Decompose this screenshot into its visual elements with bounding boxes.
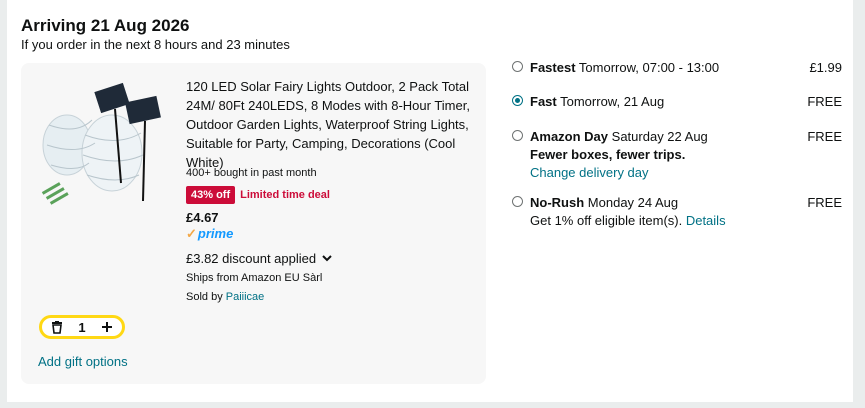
quantity-value: 1	[78, 319, 86, 335]
option-detail: Monday 24 Aug	[587, 195, 679, 210]
deal-badge: 43% off	[186, 186, 236, 204]
order-countdown: If you order in the next 8 hours and 23 …	[21, 37, 290, 52]
option-name: No-Rush	[530, 195, 585, 210]
plus-icon[interactable]	[101, 321, 113, 333]
prime-check-icon: ✓	[186, 226, 197, 241]
seller-link[interactable]: Paiiicae	[226, 291, 265, 303]
sold-by: Sold by Paiiicae	[186, 291, 264, 303]
chevron-down-icon	[322, 255, 332, 262]
prime-label: prime	[197, 226, 234, 241]
deal-row: 43% off Limited time deal	[186, 186, 330, 204]
sold-by-prefix: Sold by	[186, 291, 226, 303]
ships-from: Ships from Amazon EU Sàrl	[186, 272, 323, 284]
change-delivery-day-link[interactable]: Change delivery day	[530, 165, 649, 180]
option-name: Amazon Day	[530, 129, 609, 144]
option-price: FREE	[807, 94, 842, 109]
prime-badge: ✓prime	[186, 226, 233, 242]
option-name: Fastest	[530, 60, 576, 75]
option-price: FREE	[807, 195, 842, 210]
option-tagline: Fewer boxes, fewer trips.	[530, 147, 686, 162]
option-fastest-radio[interactable]	[512, 61, 523, 72]
quantity-stepper: 1	[39, 315, 125, 339]
item-price: £4.67	[186, 210, 219, 225]
option-no-rush-radio[interactable]	[512, 196, 523, 207]
option-detail: Tomorrow, 21 Aug	[560, 94, 665, 109]
item-box: 120 LED Solar Fairy Lights Outdoor, 2 Pa…	[21, 63, 486, 384]
option-amazon-day-radio[interactable]	[512, 130, 523, 141]
trash-icon[interactable]	[51, 320, 63, 334]
option-price: FREE	[807, 129, 842, 144]
bought-count: 400+ bought in past month	[186, 167, 317, 179]
option-note: Get 1% off eligible item(s).	[530, 213, 686, 228]
discount-label: £3.82 discount applied	[186, 251, 317, 266]
option-price: £1.99	[809, 60, 842, 75]
delivery-card: Arriving 21 Aug 2026 If you order in the…	[7, 0, 853, 402]
arrival-heading: Arriving 21 Aug 2026	[21, 16, 190, 35]
product-title[interactable]: 120 LED Solar Fairy Lights Outdoor, 2 Pa…	[186, 77, 476, 172]
discount-toggle[interactable]: £3.82 discount applied	[186, 251, 332, 266]
option-detail: Saturday 22 Aug	[611, 129, 708, 144]
option-detail: Tomorrow, 07:00 - 13:00	[578, 60, 720, 75]
deal-label: Limited time deal	[240, 189, 330, 201]
option-fast-radio[interactable]	[512, 95, 523, 106]
details-link[interactable]: Details	[686, 213, 726, 228]
product-image[interactable]	[37, 75, 167, 207]
option-name: Fast	[530, 94, 557, 109]
add-gift-options-link[interactable]: Add gift options	[38, 354, 128, 369]
